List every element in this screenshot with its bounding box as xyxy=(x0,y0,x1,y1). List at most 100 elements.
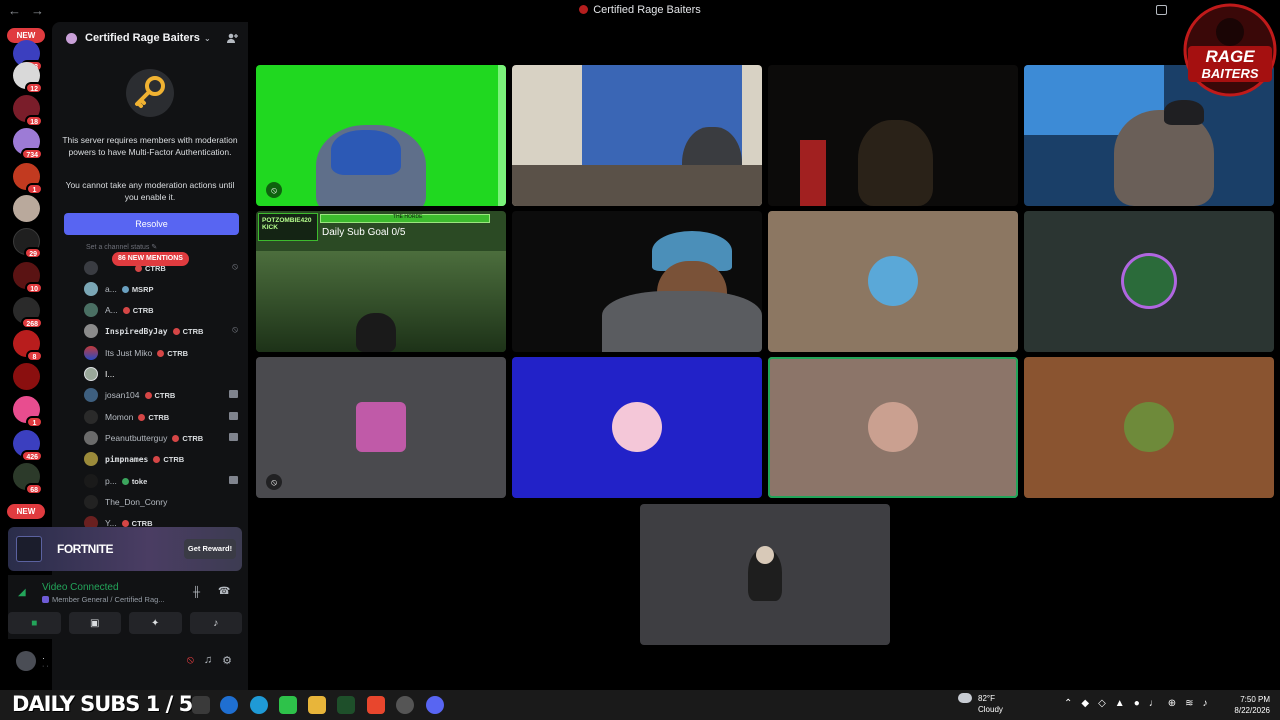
user-controls: ⦸ ♫ ⚙ xyxy=(187,654,232,667)
avatar-tile[interactable] xyxy=(1024,357,1274,498)
server-icon-2[interactable]: 12 xyxy=(13,62,43,94)
video-tile[interactable] xyxy=(512,65,762,206)
user-name: · xyxy=(42,653,45,663)
network-icon[interactable]: ⊕ xyxy=(1168,698,1176,709)
game-reward-promo: FORTNITE Get Reward! xyxy=(8,527,242,571)
avatar-tile[interactable] xyxy=(768,211,1018,352)
member-row[interactable]: p... toke xyxy=(84,472,244,490)
inbox-icon[interactable] xyxy=(1156,5,1167,15)
server-icon-10[interactable]: 8 xyxy=(13,330,43,362)
server-icon-9[interactable]: 268 xyxy=(13,297,43,329)
video-tile[interactable]: POTZOMBIE420 KICK THE HORDE Daily Sub Goa… xyxy=(256,211,506,352)
server-icon-14[interactable]: 68 xyxy=(13,463,43,495)
avatar-tile-speaking[interactable] xyxy=(768,357,1018,498)
avatar xyxy=(84,431,98,445)
camera-icon xyxy=(229,433,238,441)
voice-member-list: Set a channel status ✎ 86 NEW MENTIONS C… xyxy=(52,240,248,546)
soundboard-button[interactable]: ♪ xyxy=(189,612,242,634)
member-row[interactable]: CTRB ⦸ xyxy=(84,259,244,277)
member-row[interactable]: Its Just Miko CTRB xyxy=(84,344,244,362)
video-tile[interactable] xyxy=(768,65,1018,206)
camera-icon xyxy=(229,390,238,398)
voice-status[interactable]: Video Connected xyxy=(42,582,119,593)
member-row[interactable]: InspiredByJay CTRB ⦸ xyxy=(84,322,244,340)
screen-share-button[interactable]: ▣ xyxy=(68,612,121,634)
video-tile[interactable] xyxy=(640,504,890,645)
hang-up-icon[interactable]: ☎ xyxy=(218,586,230,597)
avatar[interactable] xyxy=(16,651,36,671)
invite-people-icon[interactable] xyxy=(226,32,238,44)
app-icon[interactable] xyxy=(337,696,355,714)
member-row[interactable]: The_Don_Conry xyxy=(84,493,244,511)
activities-button[interactable]: ✦ xyxy=(129,612,182,634)
member-row[interactable]: a... MSRP xyxy=(84,280,244,298)
video-tile[interactable] xyxy=(512,211,762,352)
server-icon-5[interactable]: 1 xyxy=(13,163,43,195)
server-icon-3[interactable]: 18 xyxy=(13,95,43,127)
clock[interactable]: 7:50 PM 8/22/2026 xyxy=(1224,694,1270,716)
server-icon-6[interactable] xyxy=(13,195,40,222)
chevron-down-icon: ⌄ xyxy=(203,33,211,43)
avatar-tile[interactable] xyxy=(1024,211,1274,352)
get-reward-button[interactable]: Get Reward! xyxy=(184,539,236,559)
channel-status[interactable]: Set a channel status ✎ xyxy=(86,243,157,251)
resolve-button[interactable]: Resolve xyxy=(64,213,239,235)
server-guild-icon xyxy=(66,32,77,44)
wifi-icon[interactable]: ≋ xyxy=(1185,698,1193,709)
server-icon-8[interactable]: 10 xyxy=(13,262,43,294)
brave-icon[interactable] xyxy=(367,696,385,714)
member-row[interactable]: Momon CTRB xyxy=(84,408,244,426)
server-icon-12[interactable]: 1 xyxy=(13,396,43,428)
server-icon-7[interactable]: 29 xyxy=(13,228,42,259)
role-tag: CTRB xyxy=(135,264,166,273)
obs-icon[interactable] xyxy=(396,696,414,714)
member-row[interactable]: I... xyxy=(84,365,244,383)
member-row[interactable]: Peanutbutterguy CTRB xyxy=(84,429,244,447)
tray-app-icon[interactable]: ▲ xyxy=(1115,698,1125,709)
tray-app-icon[interactable]: ◆ xyxy=(1081,698,1089,709)
tray-app-icon[interactable]: ◇ xyxy=(1098,698,1106,709)
weather-widget[interactable]: 82°F Cloudy xyxy=(958,693,1003,715)
gear-icon[interactable]: ⚙ xyxy=(222,654,232,667)
user-panel: · · · ⦸ ♫ ⚙ xyxy=(8,642,242,682)
participant-video xyxy=(331,130,401,175)
tray-app-icon[interactable]: ● xyxy=(1134,698,1140,709)
role-tag: CTRB xyxy=(172,434,203,443)
new-unreads-pill-bottom[interactable]: NEW xyxy=(7,504,45,519)
member-row[interactable]: josan104 CTRB xyxy=(84,386,244,404)
app-icon[interactable] xyxy=(220,696,238,714)
mic-muted-icon[interactable]: ⦸ xyxy=(187,654,194,667)
avatar-tile[interactable] xyxy=(512,357,762,498)
server-icon-11[interactable] xyxy=(13,363,40,390)
edge-icon[interactable] xyxy=(250,696,268,714)
game-thumbnail xyxy=(16,536,42,562)
member-row[interactable]: A... CTRB xyxy=(84,301,244,319)
server-header[interactable]: Certified Rage Baiters ⌄ xyxy=(52,22,248,54)
mic-muted-icon: ⦸ xyxy=(266,474,282,490)
microphone-icon[interactable]: ♩ xyxy=(1149,698,1159,709)
key-icon xyxy=(126,69,174,117)
video-tile[interactable]: ⦸ xyxy=(256,65,506,206)
avatar xyxy=(84,261,98,275)
discord-icon[interactable] xyxy=(426,696,444,714)
server-icon-4[interactable]: 734 xyxy=(13,128,43,160)
noise-suppression-icon[interactable]: ╫ xyxy=(193,587,200,598)
signal-icon[interactable]: ◢ xyxy=(18,587,30,599)
chevron-up-icon[interactable]: ⌃ xyxy=(1064,698,1072,709)
app-icon[interactable] xyxy=(279,696,297,714)
user-status: · · xyxy=(42,663,49,670)
voice-channel-icon xyxy=(42,596,49,603)
volume-icon[interactable]: ♪ xyxy=(1203,698,1208,709)
avatar xyxy=(84,282,98,296)
camera-toggle-button[interactable]: ■ xyxy=(8,612,61,634)
headphones-icon[interactable]: ♫ xyxy=(204,654,212,667)
streamer-badge: POTZOMBIE420 KICK xyxy=(258,213,318,241)
voice-location[interactable]: Member General / Certified Rag... xyxy=(42,595,165,604)
avatar-tile[interactable]: ⦸ xyxy=(256,357,506,498)
task-view-icon[interactable] xyxy=(192,696,210,714)
file-explorer-icon[interactable] xyxy=(308,696,326,714)
avatar xyxy=(84,474,98,488)
member-row[interactable]: pimpnames CTRB xyxy=(84,450,244,468)
server-icon-13[interactable]: 426 xyxy=(13,430,43,462)
role-tag: CTRB xyxy=(144,391,175,400)
